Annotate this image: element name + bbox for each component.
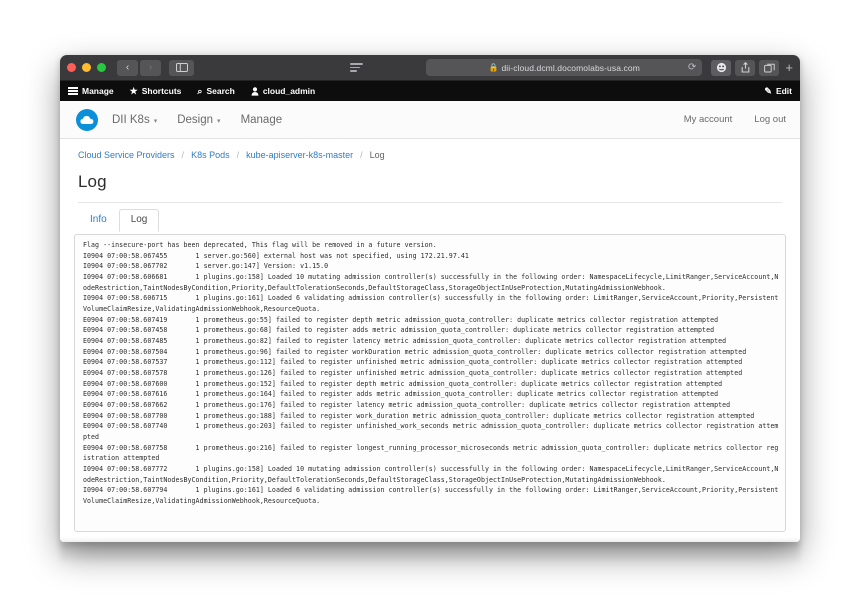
log-output-panel[interactable]: Flag --insecure-port has been deprecated…: [74, 234, 786, 532]
extension-glyph: [716, 62, 727, 73]
toolbar-item-search-label: Search: [206, 86, 235, 96]
maximize-window-button[interactable]: [97, 63, 106, 72]
navigation-buttons: ‹ ›: [117, 59, 161, 76]
breadcrumb-item-kube-apiserver[interactable]: kube-apiserver-k8s-master: [246, 150, 353, 160]
hamburger-icon: [68, 87, 78, 95]
toolbar-item-edit-label: Edit: [775, 86, 792, 96]
nav-item-manage[interactable]: Manage: [241, 114, 283, 126]
toolbar-item-manage-label: Manage: [82, 86, 114, 96]
toolbar-item-manage[interactable]: Manage: [68, 86, 114, 96]
tab-bar: Info Log: [60, 203, 800, 232]
log-output-text: Flag --insecure-port has been deprecated…: [83, 241, 779, 506]
browser-window: ‹ › 🔒 dii-cloud.dcml.docomolabs-usa.com …: [60, 55, 800, 542]
cloud-logo-icon[interactable]: [76, 108, 98, 131]
search-icon: ⌕: [197, 85, 203, 96]
share-icon: [741, 62, 750, 73]
forward-button[interactable]: ›: [140, 59, 161, 76]
reload-button[interactable]: ⟳: [688, 62, 696, 73]
lock-icon: 🔒: [488, 62, 499, 72]
star-icon: ★: [129, 85, 138, 96]
titlebar-right-icons: +: [711, 59, 793, 76]
traffic-light-buttons: [67, 63, 106, 72]
window-drop-shadow: [60, 542, 800, 564]
tabs-overview-icon: [764, 63, 775, 72]
toolbar-item-user-label: cloud_admin: [262, 86, 316, 96]
share-button[interactable]: [735, 59, 756, 76]
tabs-overview-button[interactable]: [759, 59, 780, 76]
breadcrumb-separator: /: [360, 150, 363, 160]
toolbar-item-search[interactable]: ⌕ Search: [197, 86, 234, 96]
address-bar-url: dii-cloud.dcml.docomolabs-usa.com: [501, 62, 640, 73]
nav-item-design[interactable]: Design ▾: [177, 114, 220, 126]
toolbar-item-user[interactable]: cloud_admin: [251, 86, 315, 96]
sidebar-icon: [175, 63, 188, 72]
nav-item-design-label: Design: [177, 113, 214, 126]
breadcrumb-separator: /: [181, 150, 185, 160]
toolbar-item-edit[interactable]: ✎ Edit: [764, 86, 792, 96]
minimize-window-button[interactable]: [82, 63, 91, 72]
sidebar-toggle-button[interactable]: [169, 59, 194, 76]
tab-log[interactable]: Log: [118, 209, 160, 232]
page-title-section: Log: [60, 160, 800, 203]
log-out-link[interactable]: Log out: [754, 114, 786, 125]
chevron-down-icon: ▾: [217, 117, 221, 125]
chevron-down-icon: ▾: [153, 117, 158, 125]
reader-view-icon[interactable]: [350, 60, 366, 76]
site-toolbar: Manage ★ Shortcuts ⌕ Search cloud_admin: [60, 81, 800, 101]
page-title: Log: [78, 172, 107, 191]
nav-item-manage-label: Manage: [240, 113, 283, 126]
extension-icon[interactable]: [711, 59, 732, 76]
browser-titlebar: ‹ › 🔒 dii-cloud.dcml.docomolabs-usa.com …: [60, 55, 800, 81]
breadcrumb-separator: /: [236, 150, 240, 160]
toolbar-item-shortcuts[interactable]: ★ Shortcuts: [130, 86, 182, 96]
breadcrumb-item-log: Log: [369, 150, 385, 160]
breadcrumb-item-k8s-pods[interactable]: K8s Pods: [191, 150, 230, 160]
breadcrumb-item-cloud-service-providers[interactable]: Cloud Service Providers: [78, 150, 175, 160]
cloud-glyph: [80, 115, 94, 124]
nav-item-dii-k8s-label: DII K8s: [112, 113, 150, 126]
app-header: DII K8s ▾ Design ▾ Manage My account Log…: [60, 101, 800, 139]
close-window-button[interactable]: [67, 63, 76, 72]
user-icon: [251, 86, 259, 96]
pencil-icon: ✎: [764, 85, 772, 96]
screenshot-root: ‹ › 🔒 dii-cloud.dcml.docomolabs-usa.com …: [0, 0, 860, 616]
app-content: DII K8s ▾ Design ▾ Manage My account Log…: [60, 101, 800, 542]
my-account-link[interactable]: My account: [684, 114, 733, 125]
new-tab-button[interactable]: +: [783, 61, 793, 74]
toolbar-item-shortcuts-label: Shortcuts: [141, 86, 182, 96]
breadcrumb: Cloud Service Providers / K8s Pods / kub…: [60, 139, 800, 160]
nav-item-dii-k8s[interactable]: DII K8s ▾: [112, 114, 157, 126]
address-bar[interactable]: 🔒 dii-cloud.dcml.docomolabs-usa.com ⟳: [426, 59, 703, 76]
back-button[interactable]: ‹: [117, 59, 138, 76]
tab-info[interactable]: Info: [78, 209, 119, 232]
